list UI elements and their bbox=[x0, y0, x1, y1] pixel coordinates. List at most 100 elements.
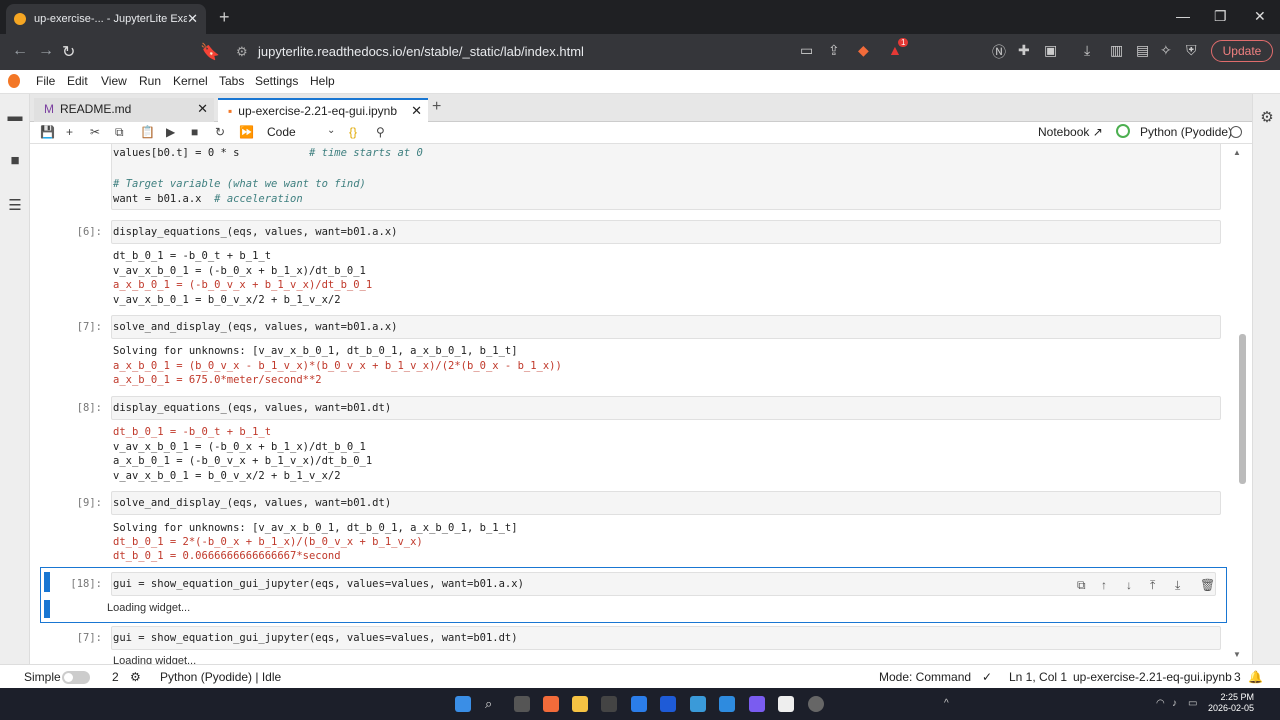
task-view-icon[interactable] bbox=[514, 696, 530, 712]
share-icon[interactable]: ⇪ bbox=[828, 42, 840, 59]
insert-cell-icon[interactable]: + bbox=[66, 125, 73, 139]
close-window-icon[interactable]: ✕ bbox=[1254, 8, 1266, 25]
tray-chevron-icon[interactable]: ^ bbox=[944, 698, 949, 709]
output-line: dt_b_0_1 = 2*(-b_0_x + b_1_x)/(b_0_v_x +… bbox=[113, 536, 423, 548]
file-browser-icon[interactable]: ▬ bbox=[6, 108, 24, 125]
save-icon[interactable]: 💾 bbox=[40, 125, 55, 139]
vscode-icon[interactable] bbox=[631, 696, 647, 712]
menu-tabs[interactable]: Tabs bbox=[219, 74, 244, 88]
running-kernels-icon[interactable]: ■ bbox=[6, 152, 24, 169]
new-tab-icon[interactable]: + bbox=[219, 7, 230, 28]
code-line: solve_and_display_(eqs, values, want=b01… bbox=[113, 497, 392, 509]
stop-icon[interactable]: ■ bbox=[191, 125, 198, 139]
menu-run[interactable]: Run bbox=[139, 74, 161, 88]
variable-inspector-icon[interactable]: {} bbox=[349, 125, 357, 139]
menu-help[interactable]: Help bbox=[310, 74, 335, 88]
search-icon[interactable]: ⌕ bbox=[485, 696, 501, 712]
forward-icon[interactable]: → bbox=[38, 42, 54, 60]
open-in-notebook-button[interactable]: Notebook ↗ bbox=[1038, 125, 1103, 139]
leo-ai-icon[interactable]: ✧ bbox=[1160, 42, 1172, 59]
extensions-icon[interactable]: ✚ bbox=[1018, 42, 1030, 59]
collapser-output[interactable] bbox=[44, 600, 50, 618]
restart-icon[interactable]: ↻ bbox=[215, 125, 225, 139]
back-icon[interactable]: ← bbox=[12, 42, 28, 60]
terminal-icon[interactable] bbox=[601, 696, 617, 712]
simple-mode-toggle[interactable] bbox=[62, 671, 90, 684]
wallet-icon[interactable]: ▤ bbox=[1136, 42, 1149, 59]
move-down-icon[interactable]: ↓ bbox=[1126, 578, 1132, 592]
markdown-file-icon: M bbox=[44, 102, 54, 116]
chevron-down-icon[interactable]: ⌄ bbox=[327, 125, 335, 136]
property-inspector-icon[interactable]: ⚙ bbox=[1258, 108, 1276, 126]
app-icon[interactable] bbox=[808, 696, 824, 712]
tab-notebook[interactable]: ▪ up-exercise-2.21-eq-gui.ipynb ✕ bbox=[218, 98, 428, 122]
table-of-contents-icon[interactable]: ☰ bbox=[6, 196, 24, 214]
insert-above-icon[interactable]: ⤒ bbox=[1150, 578, 1155, 593]
notion-icon[interactable] bbox=[778, 696, 794, 712]
run-icon[interactable]: ▶ bbox=[166, 125, 175, 139]
new-launcher-icon[interactable]: + bbox=[432, 98, 441, 116]
start-icon[interactable] bbox=[455, 696, 471, 712]
restart-run-all-icon[interactable]: ⏩ bbox=[239, 125, 254, 139]
insert-below-icon[interactable]: ⤓ bbox=[1175, 578, 1180, 593]
debugger-icon[interactable]: ⚲ bbox=[376, 125, 385, 139]
maximize-icon[interactable]: ❐ bbox=[1214, 8, 1227, 25]
site-info-icon[interactable]: ⚙ bbox=[236, 39, 248, 65]
code-comment: # Target variable (what we want to find) bbox=[113, 178, 366, 190]
mail-icon[interactable] bbox=[660, 696, 676, 712]
tab-readme[interactable]: M README.md ✕ bbox=[34, 98, 214, 122]
copilot-icon[interactable] bbox=[719, 696, 735, 712]
close-tab-icon[interactable]: ✕ bbox=[187, 11, 198, 27]
copy-icon[interactable]: ⧉ bbox=[115, 125, 124, 140]
kernel-status[interactable]: Python (Pyodide) | Idle bbox=[160, 670, 281, 684]
cell-type-select[interactable]: Code bbox=[267, 125, 296, 139]
brave-browser-icon[interactable] bbox=[543, 696, 559, 712]
scrollbar-thumb[interactable] bbox=[1239, 334, 1246, 484]
vpn-icon[interactable]: ⛨ bbox=[1186, 42, 1197, 59]
cursor-position[interactable]: Ln 1, Col 1 bbox=[1009, 670, 1067, 684]
browser-tab[interactable]: up-exercise-... - JupyterLite Examples ✕ bbox=[6, 4, 206, 34]
duplicate-cell-icon[interactable]: ⧉ bbox=[1077, 578, 1086, 593]
bookmark-icon[interactable]: 🔖 bbox=[200, 42, 220, 62]
close-readme-icon[interactable]: ✕ bbox=[197, 98, 208, 120]
ai-app-icon[interactable] bbox=[749, 696, 765, 712]
update-button[interactable]: Update bbox=[1211, 40, 1273, 62]
clock[interactable]: 2:25 PM 2026-02-05 bbox=[1208, 692, 1254, 714]
menu-view[interactable]: View bbox=[101, 74, 127, 88]
url-field[interactable]: ⚙ jupyterlite.readthedocs.io/en/stable/_… bbox=[228, 39, 918, 65]
notion-extension-icon[interactable]: Ⓝ bbox=[992, 42, 1006, 62]
menu-kernel[interactable]: Kernel bbox=[173, 74, 208, 88]
store-icon[interactable] bbox=[690, 696, 706, 712]
bell-icon[interactable]: 🔔 bbox=[1248, 670, 1263, 684]
minimize-icon[interactable]: — bbox=[1176, 8, 1190, 24]
document-tab-bar: M README.md ✕ ▪ up-exercise-2.21-eq-gui.ip… bbox=[30, 94, 1252, 122]
download-icon[interactable]: ⤓ bbox=[1084, 42, 1090, 59]
file-explorer-icon[interactable] bbox=[572, 696, 588, 712]
reload-icon[interactable]: ↻ bbox=[62, 42, 75, 62]
move-up-icon[interactable]: ↑ bbox=[1101, 578, 1107, 592]
delete-cell-icon[interactable]: 🗑 bbox=[1200, 578, 1215, 592]
volume-icon[interactable]: ♪ bbox=[1172, 698, 1177, 709]
kernel-name[interactable]: Python (Pyodide) bbox=[1140, 125, 1232, 139]
cut-icon[interactable]: ✂ bbox=[90, 125, 100, 139]
cell-prompt: [8]: bbox=[76, 402, 102, 414]
brave-shield-icon[interactable]: ◆ bbox=[858, 42, 869, 59]
paste-icon[interactable]: 📋 bbox=[140, 125, 155, 139]
kernel-status-ok-icon bbox=[1116, 124, 1130, 138]
scroll-down-icon[interactable]: ▼ bbox=[1233, 650, 1241, 659]
screenshot-icon[interactable]: ▣ bbox=[1044, 42, 1057, 59]
sidebar-icon[interactable]: ▥ bbox=[1110, 42, 1123, 59]
menu-settings[interactable]: Settings bbox=[255, 74, 298, 88]
menu-edit[interactable]: Edit bbox=[67, 74, 88, 88]
scroll-up-icon[interactable]: ▲ bbox=[1233, 148, 1241, 157]
output-line: a_x_b_0_1 = 675.0*meter/second**2 bbox=[113, 374, 322, 386]
close-notebook-icon[interactable]: ✕ bbox=[411, 100, 422, 122]
kernel-settings-icon[interactable]: ⚙ bbox=[130, 670, 141, 684]
cast-icon[interactable]: ▭ bbox=[800, 42, 813, 59]
notebook-panel[interactable]: values[b0.t] = 0 * s # time starts at 0 … bbox=[30, 144, 1252, 664]
notification-count[interactable]: 3 bbox=[1234, 670, 1241, 684]
battery-icon[interactable]: ▭ bbox=[1188, 698, 1197, 709]
menu-file[interactable]: File bbox=[36, 74, 55, 88]
wifi-icon[interactable]: ◠ bbox=[1156, 698, 1165, 709]
terminal-count[interactable]: 2 bbox=[112, 670, 119, 684]
